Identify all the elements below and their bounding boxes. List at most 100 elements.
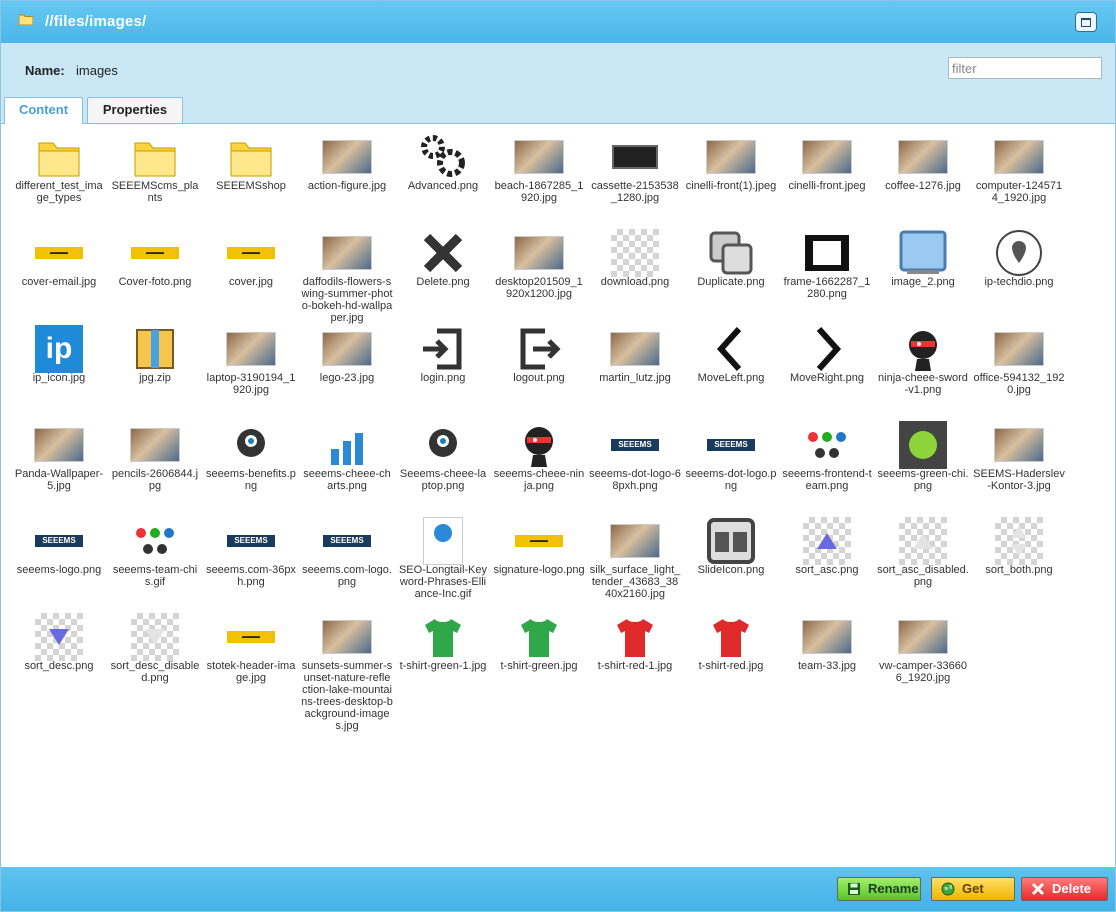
file-item[interactable]: ▬▬▬ Cover-foto.png xyxy=(107,228,203,324)
file-item[interactable]: laptop-3190194_1920.jpg xyxy=(203,324,299,420)
file-name: ip-techdio.png xyxy=(984,276,1054,288)
file-item[interactable]: lego-23.jpg xyxy=(299,324,395,420)
file-item[interactable]: t-shirt-red.jpg xyxy=(683,612,779,708)
file-item[interactable]: seeems-cheee-charts.png xyxy=(299,420,395,516)
folder-item[interactable]: SEEEMScms_plants xyxy=(107,132,203,228)
file-item[interactable]: daffodils-flowers-swing-summer-photo-bok… xyxy=(299,228,395,324)
file-item[interactable]: seeems-frontend-team.png xyxy=(779,420,875,516)
file-item[interactable]: silk_surface_light_tender_43683_3840x216… xyxy=(587,516,683,612)
rename-button[interactable]: Rename xyxy=(837,877,921,901)
file-item[interactable]: seeems-cheee-ninja.png xyxy=(491,420,587,516)
file-item[interactable]: image_2.png xyxy=(875,228,971,324)
file-item[interactable]: ip ip_icon.jpg xyxy=(11,324,107,420)
file-item[interactable]: SEEEMS seeems-dot-logo-68pxh.png xyxy=(587,420,683,516)
file-name: ninja-cheee-sword-v1.png xyxy=(878,372,968,396)
photo-thumbnail xyxy=(898,132,948,182)
folder-item[interactable]: SEEEMSshop xyxy=(203,132,299,228)
file-item[interactable]: ▬▬▬ cover-email.jpg xyxy=(11,228,107,324)
file-item[interactable]: ▬▬▬ signature-logo.png xyxy=(491,516,587,612)
file-item[interactable]: SEEMS-Haderslev-Kontor-3.jpg xyxy=(971,420,1067,516)
file-item[interactable]: ninja-cheee-sword-v1.png xyxy=(875,324,971,420)
tab-content[interactable]: Content xyxy=(4,97,83,124)
file-item[interactable]: ▬▬▬ stotek-header-image.jpg xyxy=(203,612,299,708)
file-item[interactable]: sort_desc_disabled.png xyxy=(107,612,203,708)
file-item[interactable]: sunsets-summer-sunset-nature-reflection-… xyxy=(299,612,395,732)
file-item[interactable]: Panda-Wallpaper-5.jpg xyxy=(11,420,107,516)
seeems-logo-icon: SEEEMS xyxy=(706,420,756,470)
mascot-icon xyxy=(226,420,276,470)
file-item[interactable]: seeems-benefits.png xyxy=(203,420,299,516)
file-name: SlideIcon.png xyxy=(697,564,765,576)
get-button[interactable]: Get xyxy=(931,877,1015,901)
file-name: coffee-1276.jpg xyxy=(885,180,961,192)
file-item[interactable]: SEEEMS seeems-dot-logo.png xyxy=(683,420,779,516)
file-item[interactable]: sort_desc.png xyxy=(11,612,107,708)
file-item[interactable]: MoveLeft.png xyxy=(683,324,779,420)
file-item[interactable]: sort_asc.png xyxy=(779,516,875,612)
photo-thumbnail xyxy=(514,228,564,278)
file-item[interactable]: cinelli-front.jpeg xyxy=(779,132,875,228)
file-item[interactable]: Delete.png xyxy=(395,228,491,324)
tab-bar: Content Properties xyxy=(1,96,1115,124)
file-name: Seeems-cheee-laptop.png xyxy=(399,468,487,492)
folder-icon xyxy=(226,132,276,182)
file-item[interactable]: SEEEMS seeems.com-logo.png xyxy=(299,516,395,612)
map-pin-icon xyxy=(994,228,1044,278)
seeems-logo-icon: SEEEMS xyxy=(34,516,84,566)
file-name: seeems-frontend-team.png xyxy=(782,468,872,492)
file-item[interactable]: office-594132_1920.jpg xyxy=(971,324,1067,420)
file-item[interactable]: beach-1867285_1920.jpg xyxy=(491,132,587,228)
file-item[interactable]: ▬▬▬ cover.jpg xyxy=(203,228,299,324)
file-name: stotek-header-image.jpg xyxy=(206,660,296,684)
file-item[interactable]: t-shirt-green.jpg xyxy=(491,612,587,708)
file-item[interactable]: SlideIcon.png xyxy=(683,516,779,612)
file-name: action-figure.jpg xyxy=(307,180,387,192)
delete-button[interactable]: Delete xyxy=(1021,877,1108,901)
file-item[interactable]: martin_lutz.jpg xyxy=(587,324,683,420)
maximize-button[interactable] xyxy=(1075,12,1097,32)
file-item[interactable]: seeems-green-chi.png xyxy=(875,420,971,516)
green-tshirt-icon xyxy=(418,612,468,662)
file-item[interactable]: SEEEMS seeems-logo.png xyxy=(11,516,107,612)
file-item[interactable]: vw-camper-336606_1920.jpg xyxy=(875,612,971,708)
file-item[interactable]: pencils-2606844.jpg xyxy=(107,420,203,516)
sort-both-icon xyxy=(994,516,1044,566)
file-item[interactable]: logout.png xyxy=(491,324,587,420)
file-item[interactable]: cassette-2153538_1280.jpg xyxy=(587,132,683,228)
folder-item[interactable]: different_test_image_types xyxy=(11,132,107,228)
file-name: sort_desc_disabled.png xyxy=(110,660,200,684)
file-item[interactable]: t-shirt-red-1.jpg xyxy=(587,612,683,708)
file-item[interactable]: desktop201509_1920x1200.jpg xyxy=(491,228,587,324)
file-item[interactable]: Duplicate.png xyxy=(683,228,779,324)
file-item[interactable]: frame-1662287_1280.png xyxy=(779,228,875,324)
file-item[interactable]: sort_both.png xyxy=(971,516,1067,612)
file-name: seeems-logo.png xyxy=(16,564,102,576)
file-item[interactable]: jpg.zip xyxy=(107,324,203,420)
file-item[interactable]: cinelli-front(1).jpeg xyxy=(683,132,779,228)
file-item[interactable]: team-33.jpg xyxy=(779,612,875,708)
file-item[interactable]: Seeems-cheee-laptop.png xyxy=(395,420,491,516)
sort-desc-disabled-icon xyxy=(130,612,180,662)
file-item[interactable]: download.png xyxy=(587,228,683,324)
file-item[interactable]: seeems-team-chis.gif xyxy=(107,516,203,612)
file-item[interactable]: computer-1245714_1920.jpg xyxy=(971,132,1067,228)
transparent-thumbnail xyxy=(610,228,660,278)
file-item[interactable]: sort_asc_disabled.png xyxy=(875,516,971,612)
file-item[interactable]: action-figure.jpg xyxy=(299,132,395,228)
file-name: sort_asc_disabled.png xyxy=(877,564,969,588)
file-item[interactable]: t-shirt-green-1.jpg xyxy=(395,612,491,708)
mascot-chart-icon xyxy=(322,420,372,470)
photo-thumbnail xyxy=(514,132,564,182)
file-item[interactable]: login.png xyxy=(395,324,491,420)
photo-thumbnail xyxy=(802,612,852,662)
file-item[interactable]: SEO-Longtail-Keyword-Phrases-Elliance-In… xyxy=(395,516,491,612)
file-name: cinelli-front(1).jpeg xyxy=(685,180,777,192)
rename-label: Rename xyxy=(868,881,919,896)
file-item[interactable]: SEEEMS seeems.com-36pxh.png xyxy=(203,516,299,612)
filter-input[interactable] xyxy=(948,57,1102,79)
file-item[interactable]: Advanced.png xyxy=(395,132,491,228)
file-item[interactable]: MoveRight.png xyxy=(779,324,875,420)
file-item[interactable]: ip-techdio.png xyxy=(971,228,1067,324)
tab-properties[interactable]: Properties xyxy=(87,97,183,123)
file-item[interactable]: coffee-1276.jpg xyxy=(875,132,971,228)
